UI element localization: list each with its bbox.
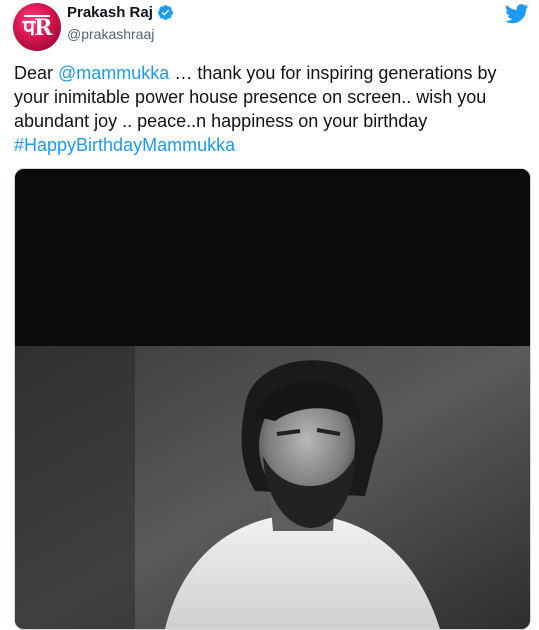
tweet-media[interactable] [14, 168, 531, 630]
verified-badge-icon [157, 5, 173, 20]
avatar-monogram: पR [13, 3, 61, 51]
author-display-name[interactable]: Prakash Raj [67, 4, 153, 21]
author-avatar[interactable]: पR [13, 3, 61, 51]
twitter-bird-icon[interactable] [505, 3, 529, 25]
tweet-text-prefix: Dear [14, 63, 59, 83]
media-dark-band [15, 169, 530, 346]
tweet-card: पR Prakash Raj @prakashraaj Dear @mammuk… [0, 0, 539, 630]
portrait-photo [15, 346, 530, 629]
tweet-text: Dear @mammukka … thank you for inspiring… [14, 61, 534, 157]
author-handle[interactable]: @prakashraaj [67, 26, 154, 42]
hashtag-link[interactable]: #HappyBirthdayMammukka [14, 135, 235, 155]
mention-link[interactable]: @mammukka [58, 63, 169, 83]
author-name-row: Prakash Raj [67, 4, 174, 21]
